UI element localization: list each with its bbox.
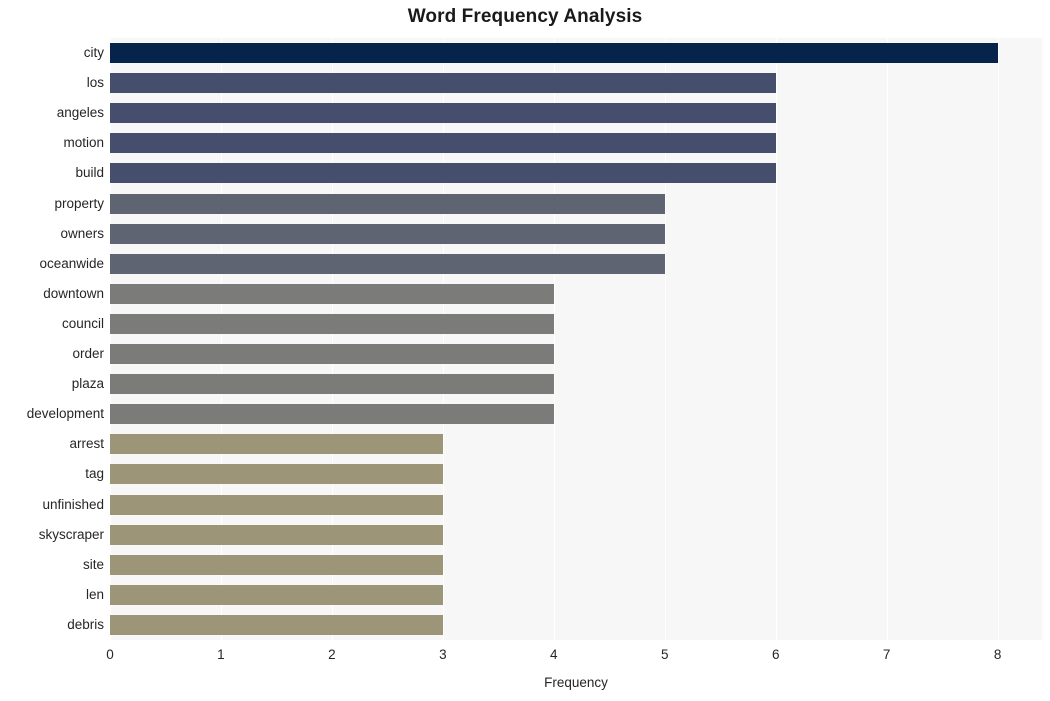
bar-row (110, 344, 1042, 365)
y-tick-label-plaza: plaza (71, 376, 104, 392)
bar-row (110, 374, 1042, 395)
bar-row (110, 464, 1042, 485)
bar-row (110, 404, 1042, 425)
bar-property[interactable] (110, 193, 665, 214)
x-axis-title: Frequency (544, 675, 608, 690)
x-tick-label-5: 5 (660, 647, 669, 662)
y-tick-label-debris: debris (67, 616, 104, 632)
y-tick-label-order: order (72, 346, 104, 362)
x-tick-label-7: 7 (882, 647, 891, 662)
y-tick-label-council: council (61, 315, 104, 331)
bar-unfinished[interactable] (110, 494, 443, 515)
bar-plaza[interactable] (110, 374, 554, 395)
y-tick-label-skyscraper: skyscraper (38, 526, 104, 542)
bar-row (110, 494, 1042, 515)
bars-layer (110, 38, 1042, 640)
x-tick-label-1: 1 (217, 647, 225, 662)
y-tick-label-property: property (54, 195, 104, 211)
bar-development[interactable] (110, 404, 554, 425)
x-tick-label-3: 3 (439, 647, 447, 662)
x-tick-label-2: 2 (328, 647, 336, 662)
bar-row (110, 223, 1042, 244)
bar-row (110, 584, 1042, 605)
bar-owners[interactable] (110, 223, 665, 244)
y-tick-label-motion: motion (63, 135, 104, 151)
y-tick-label-len: len (85, 586, 104, 602)
y-tick-label-city: city (83, 45, 104, 61)
plot-area (110, 38, 1042, 640)
bar-build[interactable] (110, 163, 776, 184)
y-tick-label-oceanwide: oceanwide (39, 255, 104, 271)
bar-downtown[interactable] (110, 283, 554, 304)
bar-row (110, 133, 1042, 154)
bar-row (110, 434, 1042, 455)
x-tick-label-0: 0 (106, 647, 114, 662)
bar-row (110, 283, 1042, 304)
bar-tag[interactable] (110, 464, 443, 485)
bar-row (110, 163, 1042, 184)
bar-row (110, 614, 1042, 635)
y-tick-label-unfinished: unfinished (42, 496, 104, 512)
y-tick-label-owners: owners (60, 225, 104, 241)
bar-row (110, 253, 1042, 274)
bar-row (110, 103, 1042, 124)
bar-row (110, 43, 1042, 64)
bar-len[interactable] (110, 584, 443, 605)
bar-row (110, 554, 1042, 575)
bar-council[interactable] (110, 313, 554, 334)
bar-skyscraper[interactable] (110, 524, 443, 545)
bar-debris[interactable] (110, 614, 443, 635)
y-tick-label-build: build (75, 165, 104, 181)
x-tick-label-8: 8 (993, 647, 1002, 662)
bar-row (110, 524, 1042, 545)
bar-row (110, 73, 1042, 94)
chart-title: Word Frequency Analysis (407, 6, 643, 27)
y-tick-label-development: development (26, 406, 104, 422)
bar-city[interactable] (110, 43, 998, 64)
x-axis-tick-labels: 0 1 2 3 4 5 6 7 8 (0, 648, 1050, 668)
bar-row (110, 193, 1042, 214)
y-tick-label-arrest: arrest (69, 436, 104, 452)
x-tick-label-6: 6 (771, 647, 780, 662)
bar-arrest[interactable] (110, 434, 443, 455)
bar-angeles[interactable] (110, 103, 776, 124)
bar-site[interactable] (110, 554, 443, 575)
x-tick-label-4: 4 (550, 647, 558, 662)
y-tick-label-angeles: angeles (56, 105, 104, 121)
bar-oceanwide[interactable] (110, 253, 665, 274)
y-tick-label-site: site (82, 556, 104, 572)
bar-row (110, 313, 1042, 334)
bar-los[interactable] (110, 73, 776, 94)
bar-order[interactable] (110, 344, 554, 365)
y-tick-label-tag: tag (85, 466, 104, 482)
y-tick-label-los: los (86, 75, 104, 91)
y-axis-tick-labels: city los angeles motion build property owners o… (0, 38, 104, 640)
y-tick-label-downtown: downtown (43, 285, 104, 301)
bar-motion[interactable] (110, 133, 776, 154)
word-frequency-chart-figure: Word Frequency Analysis city los angeles mo… (0, 0, 1050, 701)
